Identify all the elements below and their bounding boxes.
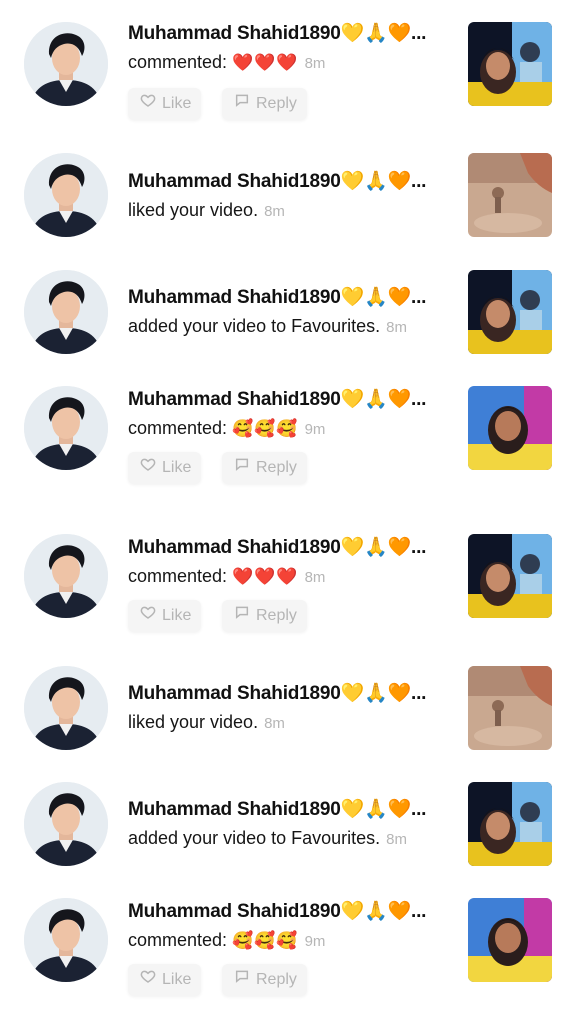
timestamp: 8m (264, 715, 285, 732)
notification-text: commented: 🥰🥰🥰 9m (128, 416, 458, 442)
comment-bubble-icon (234, 600, 250, 632)
comment-emoji: 🥰🥰🥰 (232, 419, 299, 438)
video-thumbnail[interactable] (468, 666, 552, 750)
like-button[interactable]: Like (128, 88, 202, 120)
username[interactable]: Muhammad Shahid1890💛🙏🧡... (128, 798, 448, 822)
username[interactable]: Muhammad Shahid1890💛🙏🧡... (128, 286, 448, 310)
comment-bubble-icon (234, 88, 250, 120)
reply-label: Reply (256, 607, 297, 624)
timestamp: 9m (304, 933, 326, 950)
avatar[interactable] (24, 782, 108, 866)
avatar[interactable] (24, 534, 108, 618)
timestamp: 8m (304, 569, 326, 586)
action-text: commented: (128, 930, 228, 950)
action-text: commented: (128, 418, 228, 438)
timestamp: 8m (386, 831, 407, 848)
like-button[interactable]: Like (128, 452, 202, 484)
notification-text: commented: 🥰🥰🥰 9m (128, 928, 458, 954)
video-thumbnail[interactable] (468, 386, 552, 470)
video-thumbnail[interactable] (468, 534, 552, 618)
avatar[interactable] (24, 22, 108, 106)
reply-button[interactable]: Reply (222, 452, 307, 484)
heart-outline-icon (140, 600, 156, 632)
action-text: liked your video. (128, 712, 259, 732)
username[interactable]: Muhammad Shahid1890💛🙏🧡... (128, 682, 448, 706)
heart-outline-icon (140, 88, 156, 120)
timestamp: 8m (386, 319, 407, 336)
video-thumbnail[interactable] (468, 153, 552, 237)
username[interactable]: Muhammad Shahid1890💛🙏🧡... (128, 388, 448, 412)
timestamp: 8m (304, 55, 326, 72)
avatar[interactable] (24, 898, 108, 982)
action-text: added your video to Favourites. (128, 316, 381, 336)
username[interactable]: Muhammad Shahid1890💛🙏🧡... (128, 536, 448, 560)
action-text: commented: (128, 52, 228, 72)
reply-label: Reply (256, 95, 297, 112)
avatar[interactable] (24, 153, 108, 237)
reply-label: Reply (256, 459, 297, 476)
like-label: Like (162, 971, 192, 988)
comment-emoji: 🥰🥰🥰 (232, 931, 299, 950)
reply-label: Reply (256, 971, 297, 988)
like-label: Like (162, 95, 192, 112)
like-button[interactable]: Like (128, 964, 202, 996)
avatar[interactable] (24, 386, 108, 470)
username[interactable]: Muhammad Shahid1890💛🙏🧡... (128, 900, 448, 924)
video-thumbnail[interactable] (468, 270, 552, 354)
video-thumbnail[interactable] (468, 22, 552, 106)
notification-text: added your video to Favourites. 8m (128, 314, 458, 340)
notification-text: added your video to Favourites. 8m (128, 826, 458, 852)
comment-emoji: ❤️❤️❤️ (232, 53, 299, 72)
heart-outline-icon (140, 452, 156, 484)
timestamp: 8m (264, 203, 285, 220)
video-thumbnail[interactable] (468, 898, 552, 982)
video-thumbnail[interactable] (468, 782, 552, 866)
reply-button[interactable]: Reply (222, 88, 307, 120)
like-label: Like (162, 459, 192, 476)
username[interactable]: Muhammad Shahid1890💛🙏🧡... (128, 22, 448, 46)
notification-text: liked your video. 8m (128, 198, 458, 224)
reply-button[interactable]: Reply (222, 600, 307, 632)
username[interactable]: Muhammad Shahid1890💛🙏🧡... (128, 170, 448, 194)
notification-text: liked your video. 8m (128, 710, 458, 736)
comment-emoji: ❤️❤️❤️ (232, 567, 299, 586)
avatar[interactable] (24, 270, 108, 354)
heart-outline-icon (140, 964, 156, 996)
action-text: liked your video. (128, 200, 259, 220)
timestamp: 9m (304, 421, 326, 438)
comment-bubble-icon (234, 964, 250, 996)
reply-button[interactable]: Reply (222, 964, 307, 996)
comment-bubble-icon (234, 452, 250, 484)
like-button[interactable]: Like (128, 600, 202, 632)
notification-text: commented: ❤️❤️❤️ 8m (128, 564, 458, 590)
avatar[interactable] (24, 666, 108, 750)
like-label: Like (162, 607, 192, 624)
action-text: added your video to Favourites. (128, 828, 381, 848)
notification-text: commented: ❤️❤️❤️ 8m (128, 50, 458, 76)
action-text: commented: (128, 566, 228, 586)
